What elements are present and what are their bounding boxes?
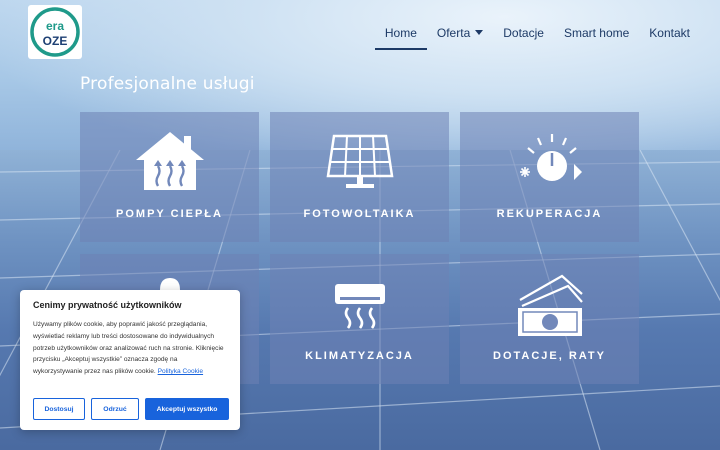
chevron-down-icon — [475, 30, 484, 35]
tile-label: DOTACJE, RATY — [493, 350, 606, 362]
svg-text:OZE: OZE — [43, 34, 68, 48]
cookie-consent-banner: Cenimy prywatność użytkowników Używamy p… — [20, 290, 240, 430]
main-nav: Home Oferta Dotacje Smart home Kontakt — [374, 24, 700, 50]
tile-label: POMPY CIEPŁA — [116, 208, 223, 220]
nav-kontakt[interactable]: Kontakt — [639, 24, 700, 44]
nav-oferta-label: Oferta — [436, 26, 471, 40]
svg-text:era: era — [46, 19, 64, 33]
tile-label: REKUPERACJA — [496, 208, 603, 220]
cookie-buttons: Dostosuj Odrzuć Akceptuj wszystko — [33, 398, 229, 420]
tile-dotacje-raty[interactable]: DOTACJE, RATY — [460, 254, 639, 384]
air-conditioner-icon — [270, 268, 449, 338]
tile-klimatyzacja[interactable]: KLIMATYZACJA — [270, 254, 449, 384]
cookie-text: Używamy plików cookie, aby poprawić jako… — [33, 319, 227, 378]
tile-label: FOTOWOLTAIKA — [303, 208, 416, 220]
nav-smart-home[interactable]: Smart home — [554, 24, 639, 44]
tile-pompy-ciepla[interactable]: POMPY CIEPŁA — [80, 112, 259, 242]
recuperation-icon — [460, 126, 639, 196]
accept-all-button[interactable]: Akceptuj wszystko — [145, 398, 229, 420]
nav-dotacje[interactable]: Dotacje — [493, 24, 554, 44]
cookie-title: Cenimy prywatność użytkowników — [33, 300, 182, 310]
heat-pump-house-icon — [80, 126, 259, 196]
customize-button[interactable]: Dostosuj — [33, 398, 85, 420]
cookie-policy-link[interactable]: Polityka Cookie — [158, 368, 203, 375]
tile-rekuperacja[interactable]: REKUPERACJA — [460, 112, 639, 242]
section-title: Profesjonalne usługi — [80, 74, 255, 94]
eraoze-logo[interactable]: era OZE — [28, 5, 82, 59]
reject-button[interactable]: Odrzuć — [91, 398, 139, 420]
tile-label: KLIMATYZACJA — [305, 350, 414, 362]
nav-oferta[interactable]: Oferta — [427, 24, 493, 44]
money-stack-icon — [460, 268, 639, 338]
nav-home[interactable]: Home — [374, 24, 427, 50]
tile-fotowoltaika[interactable]: FOTOWOLTAIKA — [270, 112, 449, 242]
solar-panel-icon — [270, 126, 449, 196]
